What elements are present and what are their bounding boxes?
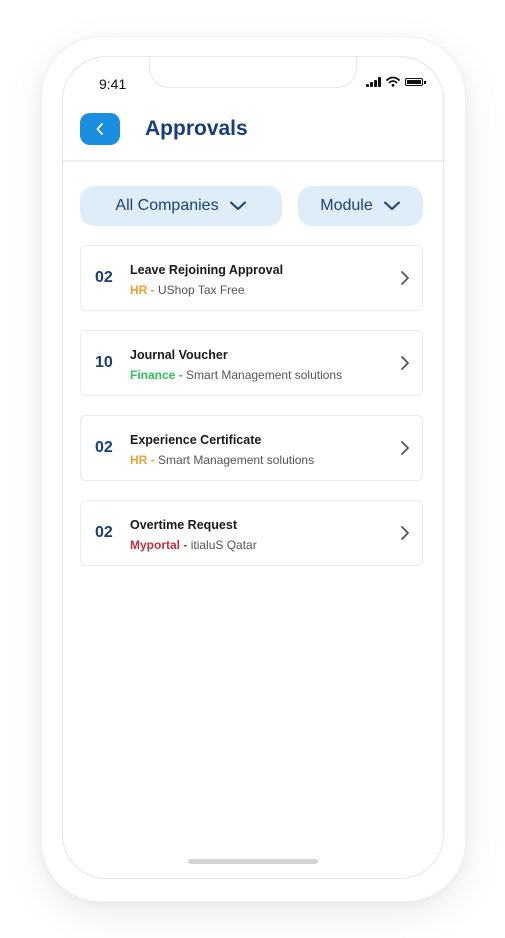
approval-subtitle: Myportal - itialuS Qatar <box>130 538 257 552</box>
battery-icon <box>405 77 426 86</box>
module-name: HR <box>130 453 148 467</box>
approval-title: Journal Voucher <box>130 348 228 362</box>
filter-bar: All Companies Module <box>80 186 423 226</box>
chevron-right-icon <box>401 356 409 370</box>
approval-title: Experience Certificate <box>130 433 262 447</box>
home-indicator[interactable] <box>188 859 318 864</box>
header: Approvals <box>63 113 443 161</box>
status-icons <box>366 76 426 87</box>
wifi-icon <box>386 76 400 87</box>
approval-title: Leave Rejoining Approval <box>130 263 284 277</box>
module-separator: - <box>180 538 191 552</box>
chevron-right-icon <box>401 526 409 540</box>
module-separator: - <box>147 283 159 297</box>
approval-card[interactable]: 10 Journal Voucher Finance - Smart Manag… <box>80 330 423 396</box>
company-name: itialuS Qatar <box>190 538 257 552</box>
approval-count: 02 <box>95 439 113 456</box>
approval-count: 02 <box>95 524 113 541</box>
company-name: UShop Tax Free <box>158 283 245 297</box>
chevron-down-icon <box>383 201 400 210</box>
module-filter-dropdown[interactable]: Module <box>298 186 423 226</box>
approval-subtitle: HR - UShop Tax Free <box>130 283 245 297</box>
module-separator: - <box>147 453 159 467</box>
chevron-right-icon <box>401 271 409 285</box>
company-filter-dropdown[interactable]: All Companies <box>80 186 282 226</box>
status-time: 9:41 <box>99 76 127 92</box>
phone-notch <box>149 57 357 88</box>
company-name: Smart Management solutions <box>158 453 315 467</box>
company-filter-label: All Companies <box>115 197 219 214</box>
chevron-left-icon <box>96 123 103 135</box>
header-divider <box>63 160 443 162</box>
module-filter-label: Module <box>320 197 373 214</box>
module-name: Myportal <box>130 538 181 552</box>
approval-subtitle: HR - Smart Management solutions <box>130 453 314 467</box>
approval-card[interactable]: 02 Experience Certificate HR - Smart Man… <box>80 415 423 481</box>
chevron-down-icon <box>229 201 246 210</box>
app-screen: 9:41 Approvals All Companies Module 02 L… <box>62 56 444 879</box>
approval-subtitle: Finance - Smart Management solutions <box>130 368 342 382</box>
approval-card[interactable]: 02 Overtime Request Myportal - itialuS Q… <box>80 500 423 566</box>
back-button[interactable] <box>80 113 120 145</box>
company-name: Smart Management solutions <box>186 368 343 382</box>
page-title: Approvals <box>145 117 248 140</box>
module-name: Finance <box>130 368 176 382</box>
cellular-signal-icon <box>366 76 381 87</box>
module-separator: - <box>175 368 187 382</box>
approval-count: 02 <box>95 269 113 286</box>
approval-count: 10 <box>95 354 113 371</box>
approval-title: Overtime Request <box>130 518 237 532</box>
approval-card[interactable]: 02 Leave Rejoining Approval HR - UShop T… <box>80 245 423 311</box>
module-name: HR <box>130 283 148 297</box>
chevron-right-icon <box>401 441 409 455</box>
